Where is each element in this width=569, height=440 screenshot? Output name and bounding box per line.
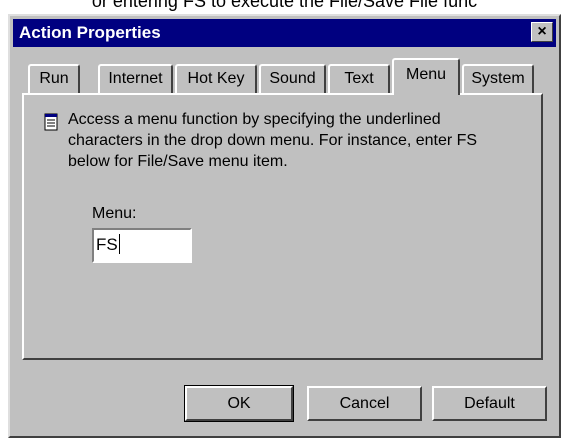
menu-description: Access a menu function by specifying the… <box>68 109 528 172</box>
text-caret <box>118 234 120 254</box>
description-line: characters in the drop down menu. For in… <box>68 132 478 149</box>
tab-label: System <box>471 70 525 87</box>
action-properties-dialog: Action Properties × Run Internet Hot Key… <box>8 14 561 438</box>
tab-label: Menu <box>405 66 447 83</box>
ok-button-label: OK <box>227 395 251 412</box>
menu-input-value: FS <box>96 235 118 254</box>
description-line: Access a menu function by specifying the… <box>68 111 441 128</box>
tab-label: Sound <box>269 70 316 87</box>
close-icon: × <box>537 23 547 40</box>
document-info-icon <box>44 113 58 131</box>
background-caption: or entering FS to execute the File/Save … <box>91 0 478 11</box>
window-title: Action Properties <box>19 23 161 42</box>
tab-label: Run <box>39 70 69 87</box>
tab-text[interactable]: Text <box>328 64 390 93</box>
tab-run[interactable]: Run <box>28 64 80 93</box>
ok-button[interactable]: OK <box>184 385 294 422</box>
tab-system[interactable]: System <box>462 64 534 93</box>
tab-label: Internet <box>108 70 163 87</box>
tab-sound[interactable]: Sound <box>259 64 326 93</box>
default-button-label: Default <box>464 395 515 412</box>
cancel-button-label: Cancel <box>339 395 390 412</box>
tab-hot-key[interactable]: Hot Key <box>175 64 257 93</box>
tab-label: Hot Key <box>187 70 245 87</box>
menu-input[interactable]: FS <box>92 228 192 263</box>
default-button[interactable]: Default <box>432 386 547 421</box>
title-bar[interactable]: Action Properties × <box>13 19 556 47</box>
description-line: below for File/Save menu item. <box>68 153 288 170</box>
tab-menu[interactable]: Menu <box>392 58 460 95</box>
close-button[interactable]: × <box>531 22 553 42</box>
cancel-button[interactable]: Cancel <box>307 386 422 421</box>
menu-field-label: Menu: <box>92 205 137 222</box>
tab-internet[interactable]: Internet <box>98 64 173 93</box>
menu-tab-panel: Access a menu function by specifying the… <box>22 93 543 360</box>
tab-label: Text <box>344 70 374 87</box>
